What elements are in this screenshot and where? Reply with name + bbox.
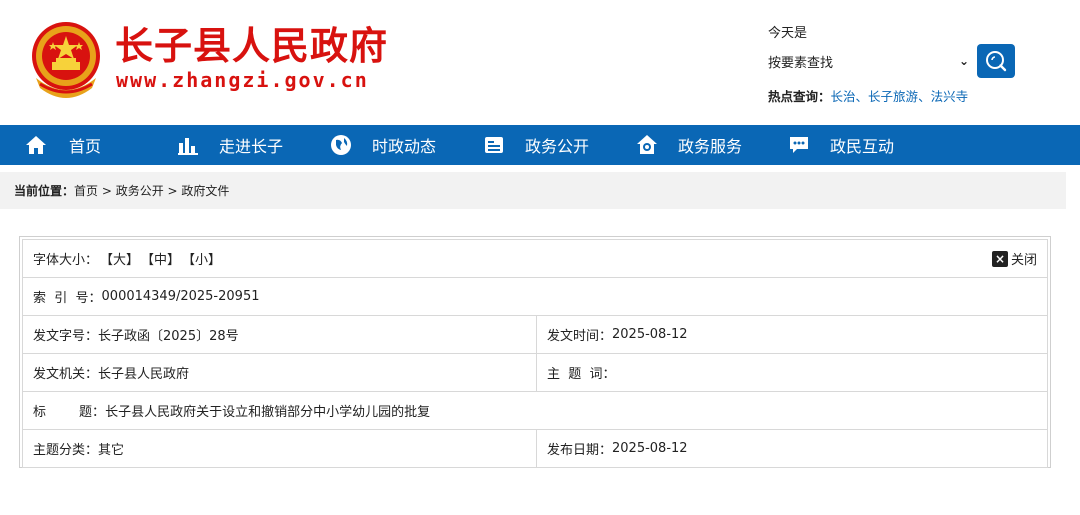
bar-chart-icon [177,134,199,156]
issue-time-cell: 发文时间： 2025-08-12 [537,316,1047,353]
search-type-select[interactable]: 按要素查找 ⌄ [764,46,974,76]
breadcrumb-separator: > [163,183,182,198]
site-url[interactable]: www.zhangzi.gov.cn [116,68,369,92]
font-size-cell: 字体大小： 【大】 【中】 【小】 [23,240,1047,277]
breadcrumb-gov-affairs[interactable]: 政务公开 [116,182,164,199]
publish-date-value: 2025-08-12 [612,441,688,456]
national-emblem-icon[interactable] [26,18,106,102]
nav-label: 时政动态 [372,137,437,156]
close-label: 关闭 [1010,253,1037,268]
issue-time-label: 发文时间： [547,329,613,344]
main-nav: 首页 走进长子 时政动态 政务公开 政务服务 政民互动 [0,125,1080,165]
hot-link-faxing-temple[interactable]: 法兴寺 [931,89,969,104]
doc-number-row: 发文字号： 长子政函〔2025〕28号 发文时间： 2025-08-12 [22,316,1048,354]
nav-label: 政务公开 [525,137,590,156]
hot-search-label: 热点查询： [768,89,831,104]
title-label: 标 题： [33,405,106,420]
hot-link-separator: 、 [855,89,869,104]
font-size-medium[interactable]: 【中】 [141,249,180,268]
close-button[interactable]: × 关闭 [991,240,1037,277]
keyword-cell: 主 题 词： [537,354,1047,391]
hot-link-separator: 、 [918,89,931,104]
chat-icon [788,134,810,156]
breadcrumb: 当前位置： 首页 > 政务公开 > 政府文件 [0,172,1066,209]
house-service-icon [636,134,658,156]
nav-item-service[interactable]: 政务服务 [636,125,742,165]
home-icon [25,134,47,156]
keyword-label: 主 题 词： [547,367,616,382]
globe-icon [330,134,352,156]
category-label: 主题分类： [33,443,99,458]
today-label: 今天是 [768,26,808,41]
category-row: 主题分类： 其它 发布日期： 2025-08-12 [22,430,1048,468]
doc-number-cell: 发文字号： 长子政函〔2025〕28号 [23,316,537,353]
nav-item-news[interactable]: 时政动态 [330,125,436,165]
breadcrumb-label: 当前位置： [14,184,75,198]
issuer-value: 长子县人民政府 [98,367,190,382]
nav-label: 政务服务 [678,137,743,156]
hot-link-changzhi[interactable]: 长治 [831,89,856,104]
category-value: 其它 [98,443,125,458]
document-info-table: 字体大小： 【大】 【中】 【小】 × 关闭 索 引 号： 000014349/… [19,236,1051,468]
search-button[interactable] [977,44,1015,78]
title-value: 长子县人民政府关于设立和撤销部分中小学幼儿园的批复 [105,405,431,420]
nav-label: 走进长子 [219,137,284,156]
nav-item-home[interactable]: 首页 [25,125,101,165]
hot-search: 热点查询：长治、长子旅游、法兴寺 [768,86,968,105]
index-value: 000014349/2025-20951 [101,289,260,304]
breadcrumb-gov-docs[interactable]: 政府文件 [181,182,229,199]
publish-date-label: 发布日期： [547,443,613,458]
title-row: 标 题： 长子县人民政府关于设立和撤销部分中小学幼儿园的批复 [22,392,1048,430]
site-header: 长子县人民政府 www.zhangzi.gov.cn 今天是 按要素查找 ⌄ 热… [0,0,1080,125]
nav-label: 政民互动 [830,137,895,156]
nav-item-gov-affairs[interactable]: 政务公开 [483,125,589,165]
issuer-cell: 发文机关： 长子县人民政府 [23,354,537,391]
nav-item-interaction[interactable]: 政民互动 [788,125,894,165]
chevron-down-icon: ⌄ [958,54,970,68]
category-cell: 主题分类： 其它 [23,430,537,467]
title-cell: 标 题： 长子县人民政府关于设立和撤销部分中小学幼儿园的批复 [23,392,1047,429]
index-cell: 索 引 号： 000014349/2025-20951 [23,278,1047,315]
font-size-label: 字体大小： [33,253,99,268]
publish-date-cell: 发布日期： 2025-08-12 [537,430,1047,467]
nav-label: 首页 [69,137,102,156]
font-size-small[interactable]: 【小】 [182,249,221,268]
hot-link-tourism[interactable]: 长子旅游 [868,89,918,104]
breadcrumb-home[interactable]: 首页 [74,182,98,199]
index-label: 索 引 号： [33,291,102,306]
issue-time-value: 2025-08-12 [612,327,688,342]
site-title[interactable]: 长子县人民政府 [115,24,388,68]
search-type-value: 按要素查找 [768,55,834,71]
font-size-large[interactable]: 【大】 [100,249,139,268]
doc-number-label: 发文字号： [33,329,99,344]
issuer-row: 发文机关： 长子县人民政府 主 题 词： [22,354,1048,392]
search-icon [986,51,1007,72]
issuer-label: 发文机关： [33,367,99,382]
breadcrumb-separator: > [98,183,116,198]
document-icon [483,134,505,156]
font-size-row: 字体大小： 【大】 【中】 【小】 × 关闭 [22,239,1048,278]
doc-number-value: 长子政函〔2025〕28号 [98,329,239,344]
close-icon: × [991,250,1008,267]
nav-item-about[interactable]: 走进长子 [177,125,283,165]
index-row: 索 引 号： 000014349/2025-20951 [22,278,1048,316]
